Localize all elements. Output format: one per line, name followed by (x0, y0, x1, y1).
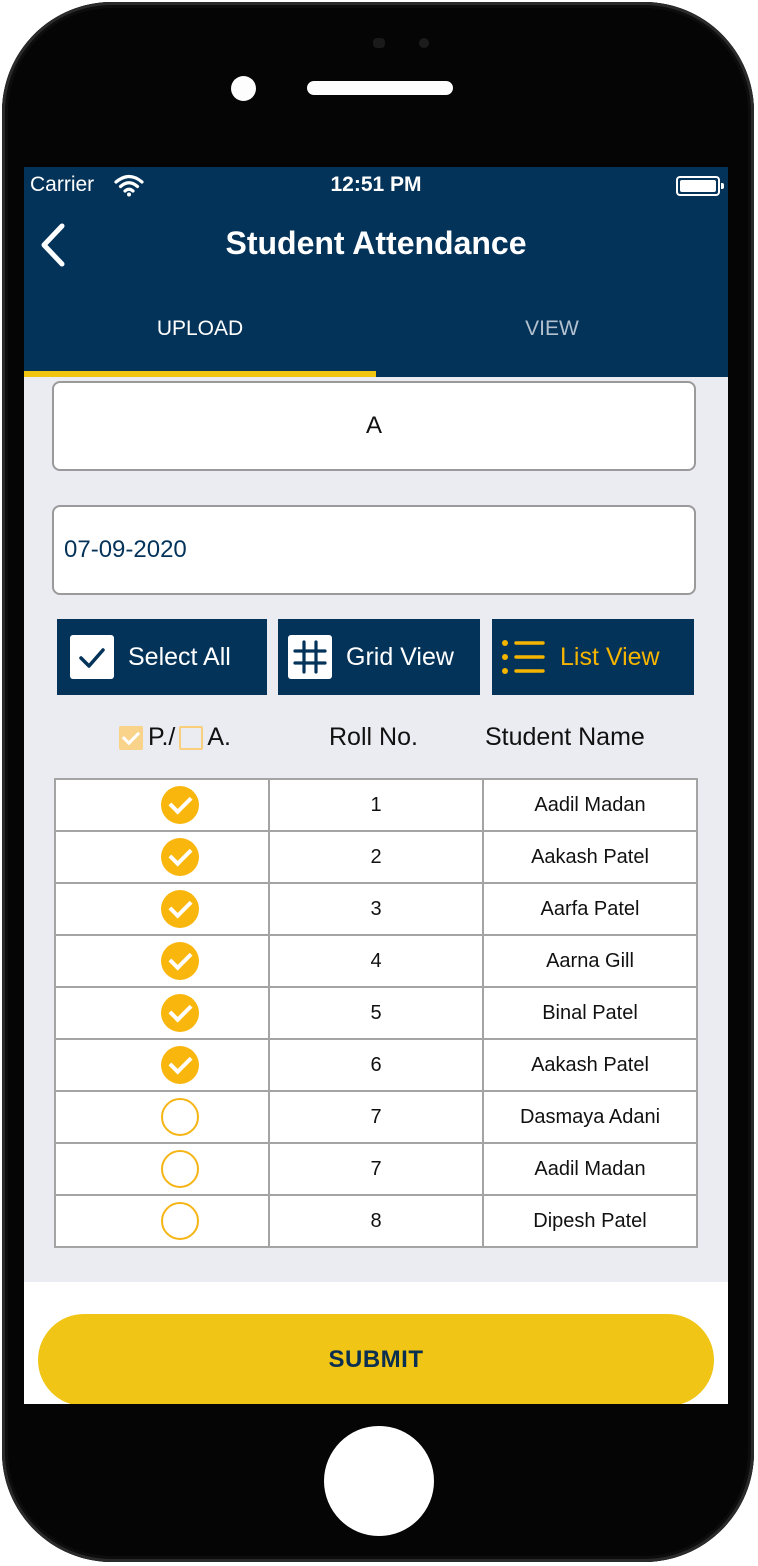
name-header: Student Name (485, 723, 645, 751)
submit-button[interactable]: SUBMIT (38, 1314, 714, 1404)
front-sensor (419, 38, 429, 48)
roll-number-cell: 1 (268, 778, 484, 832)
tab-view[interactable]: VIEW (376, 317, 728, 341)
present-check-icon[interactable] (161, 1046, 199, 1084)
table-row: 6 Aakash Patel (54, 1038, 698, 1092)
table-row: 1 Aadil Madan (54, 778, 698, 832)
student-name-cell: Aadil Madan (482, 778, 698, 832)
student-name-cell: Dipesh Patel (482, 1194, 698, 1248)
table-row: 4 Aarna Gill (54, 934, 698, 988)
select-all-label: Select All (128, 642, 231, 671)
roll-number-cell: 2 (268, 830, 484, 884)
checkbox-icon (70, 635, 114, 679)
absent-circle-icon[interactable] (161, 1202, 199, 1240)
table-row: 3 Aarfa Patel (54, 882, 698, 936)
attendance-cell (54, 934, 270, 988)
grid-icon (288, 635, 332, 679)
table-row: 7 Dasmaya Adani (54, 1090, 698, 1144)
list-view-button[interactable]: List View (492, 619, 694, 695)
app-header: Carrier 12:51 PM Student Attendance UPLO… (24, 167, 728, 377)
present-absent-header: P./ A. (119, 723, 231, 752)
student-name-cell: Dasmaya Adani (482, 1090, 698, 1144)
battery-icon (676, 176, 724, 196)
date-value: 07-09-2020 (64, 536, 187, 563)
student-name-cell: Aakash Patel (482, 1038, 698, 1092)
roll-number-cell: 5 (268, 986, 484, 1040)
roll-number-cell: 6 (268, 1038, 484, 1092)
absent-legend-icon (179, 725, 204, 750)
attendance-cell (54, 1038, 270, 1092)
page-title: Student Attendance (225, 225, 527, 261)
roll-number-cell: 8 (268, 1194, 484, 1248)
list-icon (502, 640, 545, 674)
tab-upload[interactable]: UPLOAD (24, 317, 376, 341)
app-screen: Carrier 12:51 PM Student Attendance UPLO… (24, 167, 728, 1404)
active-tab-indicator (24, 371, 376, 377)
select-all-button[interactable]: Select All (57, 619, 267, 695)
absent-circle-icon[interactable] (161, 1150, 199, 1188)
section-value: A (365, 412, 382, 439)
absent-circle-icon[interactable] (161, 1098, 199, 1136)
roll-number-cell: 7 (268, 1090, 484, 1144)
present-check-icon[interactable] (161, 838, 199, 876)
roll-number-cell: 7 (268, 1142, 484, 1196)
front-camera (231, 76, 256, 101)
present-check-icon[interactable] (161, 786, 199, 824)
roll-header: Roll No. (329, 723, 418, 751)
present-check-icon[interactable] (161, 942, 199, 980)
present-check-icon[interactable] (161, 994, 199, 1032)
attendance-cell (54, 986, 270, 1040)
attendance-cell (54, 778, 270, 832)
roll-number-cell: 4 (268, 934, 484, 988)
section-field[interactable]: A (52, 381, 696, 471)
date-field[interactable]: 07-09-2020 (52, 505, 696, 595)
grid-view-label: Grid View (346, 642, 454, 671)
list-view-label: List View (560, 642, 660, 671)
attendance-cell (54, 1090, 270, 1144)
table-row: 8 Dipesh Patel (54, 1194, 698, 1248)
student-name-cell: Binal Patel (482, 986, 698, 1040)
bottom-bar: SUBMIT (24, 1282, 728, 1404)
table-row: 2 Aakash Patel (54, 830, 698, 884)
table-row: 5 Binal Patel (54, 986, 698, 1040)
attendance-cell (54, 1194, 270, 1248)
attendance-cell (54, 830, 270, 884)
proximity-sensor (373, 38, 385, 48)
device-frame: Carrier 12:51 PM Student Attendance UPLO… (0, 0, 758, 1566)
student-name-cell: Aarna Gill (482, 934, 698, 988)
present-legend-icon (119, 725, 143, 750)
grid-view-button[interactable]: Grid View (278, 619, 480, 695)
earpiece-speaker (307, 81, 453, 95)
roll-number-cell: 3 (268, 882, 484, 936)
student-name-cell: Aakash Patel (482, 830, 698, 884)
attendance-table: 1 Aadil Madan 2 Aakash Patel 3 Aarfa Patel 4 Aa… (54, 778, 698, 1248)
student-name-cell: Aarfa Patel (482, 882, 698, 936)
clock: 12:51 PM (330, 173, 422, 196)
attendance-cell (54, 1142, 270, 1196)
table-row: 7 Aadil Madan (54, 1142, 698, 1196)
attendance-cell (54, 882, 270, 936)
home-button[interactable] (324, 1426, 434, 1536)
present-check-icon[interactable] (161, 890, 199, 928)
status-bar: Carrier 12:51 PM (24, 173, 728, 201)
present-header-label: P./ (148, 723, 176, 751)
student-name-cell: Aadil Madan (482, 1142, 698, 1196)
absent-header-label: A. (207, 723, 231, 751)
